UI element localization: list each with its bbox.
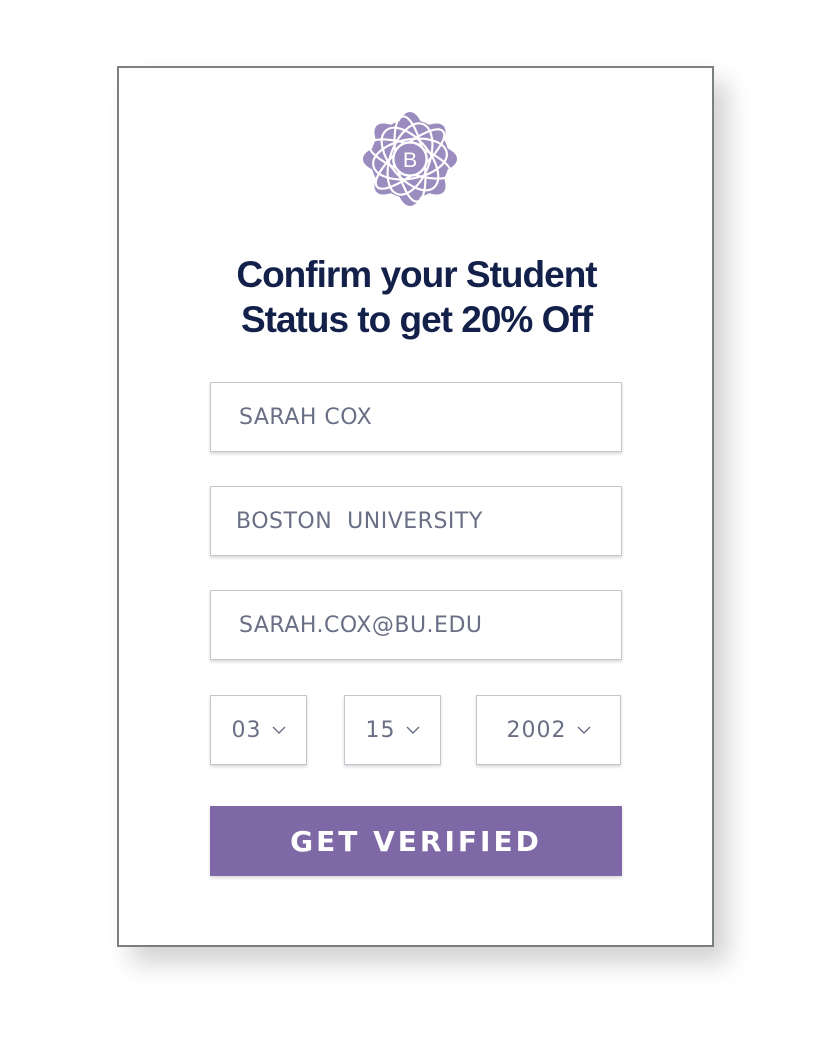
name-field[interactable]: SARAH COX [210, 382, 622, 452]
email-value: SARAH.COX@BU.EDU [239, 612, 483, 638]
birth-day-select[interactable]: 15 [344, 695, 441, 765]
title-line-1: Confirm your Student [236, 254, 597, 295]
birth-month-select[interactable]: 03 [210, 695, 307, 765]
birth-month-value: 03 [231, 717, 262, 743]
chevron-down-icon [272, 726, 285, 734]
logo-letter: B [403, 147, 417, 172]
school-field[interactable]: BOSTON UNIVERSITY [210, 486, 622, 556]
page-title: Confirm your Student Status to get 20% O… [159, 252, 674, 342]
verification-card: B Confirm your Student Status to get 20%… [117, 66, 714, 947]
birth-year-value: 2002 [506, 717, 567, 743]
email-field[interactable]: SARAH.COX@BU.EDU [210, 590, 622, 660]
chevron-down-icon [577, 726, 590, 734]
brand-logo-icon: B [362, 111, 458, 207]
chevron-down-icon [406, 726, 419, 734]
school-value: BOSTON UNIVERSITY [236, 508, 483, 534]
birth-day-value: 15 [365, 717, 396, 743]
title-line-2: Status to get 20% Off [240, 299, 593, 340]
birth-year-select[interactable]: 2002 [476, 695, 621, 765]
get-verified-button[interactable]: GET VERIFIED [210, 806, 622, 876]
name-value: SARAH COX [239, 404, 373, 430]
